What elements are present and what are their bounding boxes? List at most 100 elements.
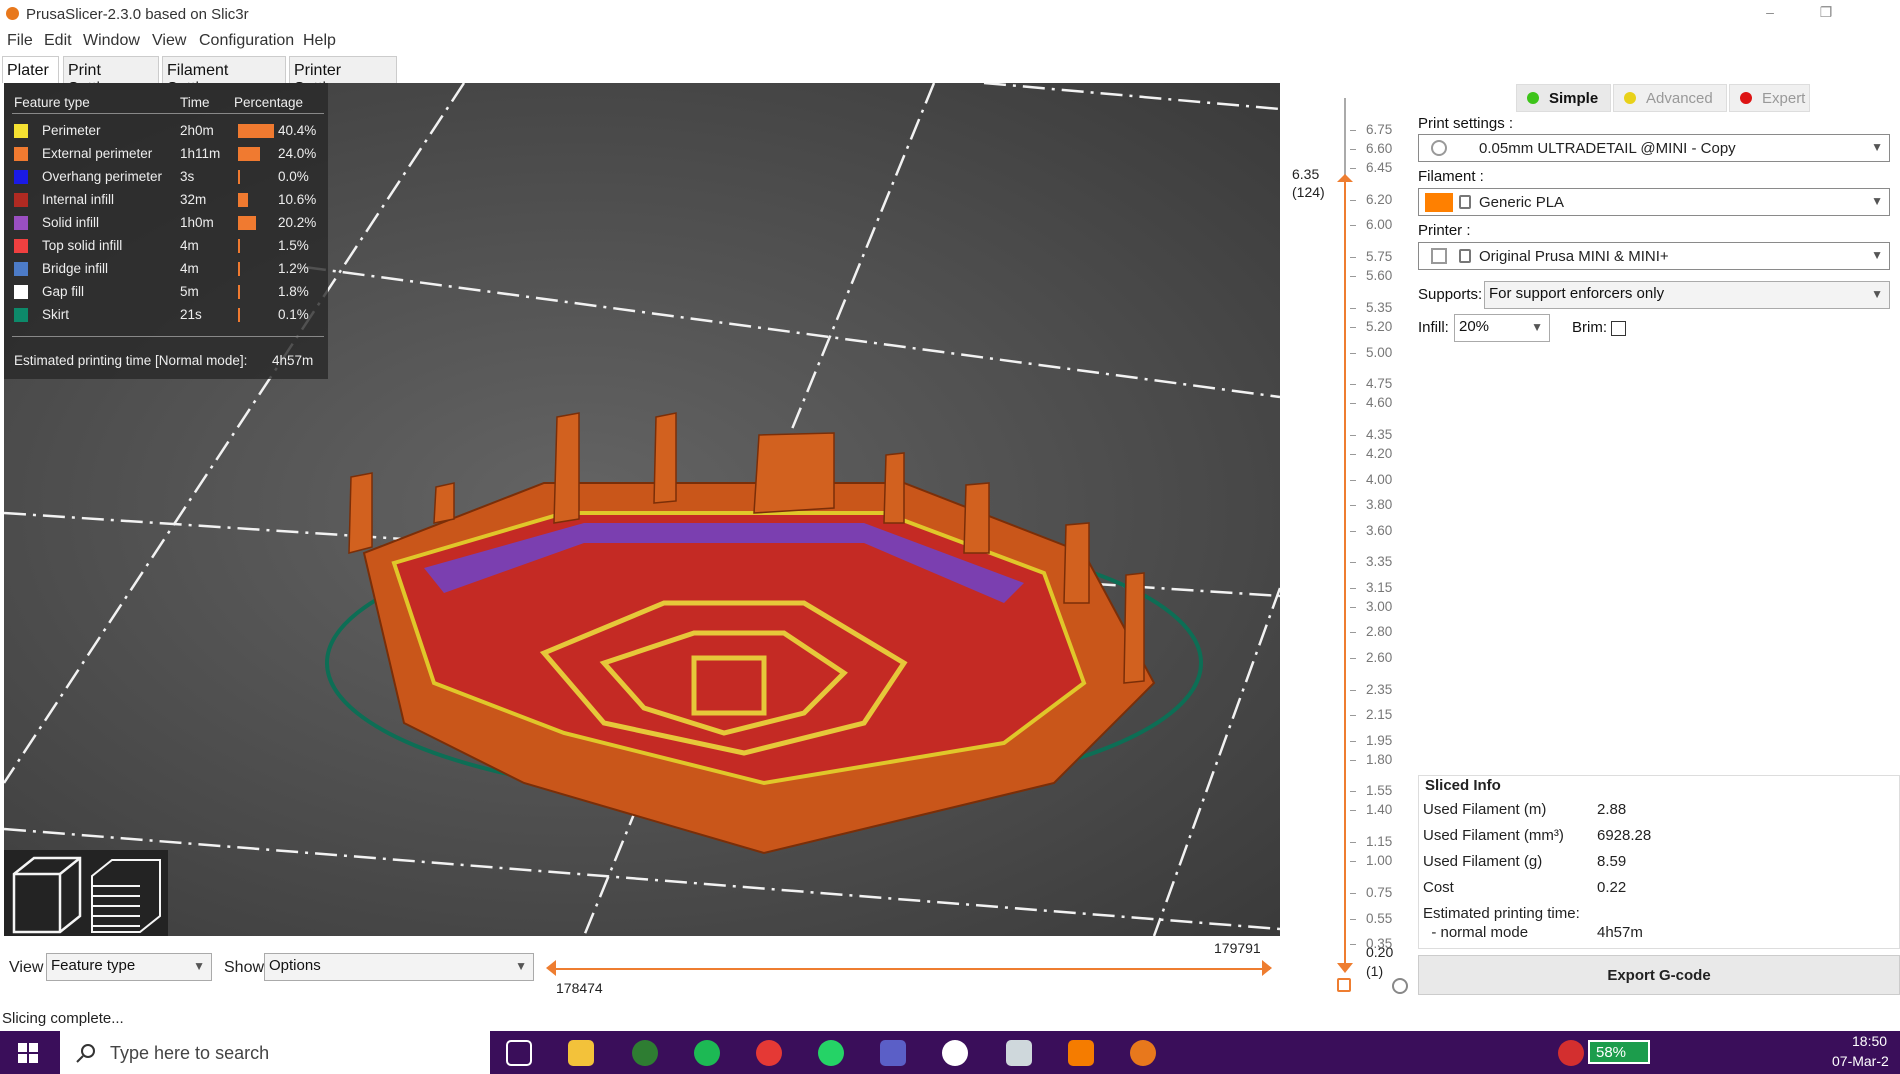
- fusion-icon[interactable]: [1068, 1040, 1094, 1066]
- horizontal-slider-left-handle[interactable]: [546, 960, 556, 976]
- print-settings-combo[interactable]: 0.05mm ULTRADETAIL @MINI - Copy ▼: [1418, 134, 1890, 162]
- view-3d-cube-icon[interactable]: [12, 856, 82, 934]
- export-gcode-button[interactable]: Export G-code: [1418, 955, 1900, 995]
- show-label: Show: [224, 959, 265, 976]
- legend-feature-percentage: 20.2%: [278, 215, 317, 230]
- teams-icon[interactable]: [880, 1040, 906, 1066]
- chevron-down-icon: ▼: [1871, 140, 1883, 154]
- layer-tick-label: 0.35: [1366, 936, 1393, 951]
- bottom-layer-number: (1): [1366, 963, 1384, 979]
- legend-feature-name: Internal infill: [42, 192, 115, 207]
- layer-tick-mark: [1350, 130, 1356, 131]
- whatsapp-icon[interactable]: [818, 1040, 844, 1066]
- sliced-info-label: Estimated printing time:: [1423, 905, 1580, 922]
- show-options-select[interactable]: Options ▼: [264, 953, 534, 981]
- windows-taskbar: Type here to search 58% 18:50 07-Mar-2: [0, 1031, 1900, 1074]
- layer-tick-label: 4.35: [1366, 427, 1393, 443]
- vertical-slider-bottom-handle[interactable]: [1337, 963, 1353, 973]
- legend-color-swatch: [14, 308, 28, 322]
- layer-tick-mark: [1350, 944, 1356, 945]
- view-toggle-panel: [4, 850, 168, 936]
- printer-label: Printer :: [1418, 222, 1471, 239]
- mode-simple-button[interactable]: Simple: [1516, 84, 1611, 112]
- layer-tick-label: 6.45: [1366, 160, 1393, 176]
- brim-checkbox[interactable]: [1611, 321, 1626, 336]
- layer-tick-mark: [1350, 632, 1356, 634]
- layer-tick-label: 2.80: [1366, 624, 1393, 640]
- app-icon[interactable]: [1006, 1040, 1032, 1066]
- layer-tick-label: 2.35: [1366, 681, 1393, 697]
- clock-date[interactable]: 07-Mar-2: [1832, 1053, 1889, 1069]
- layer-tick-label: 6.00: [1366, 217, 1393, 233]
- filament-value: Generic PLA: [1479, 194, 1565, 211]
- windows-start-icon[interactable]: [18, 1043, 38, 1063]
- tab-printer-settings[interactable]: Printer Settings: [289, 56, 397, 97]
- minimize-button[interactable]: –: [1750, 4, 1790, 26]
- menu-edit[interactable]: Edit: [44, 32, 72, 50]
- layer-tick-mark: [1350, 715, 1356, 717]
- tab-plater[interactable]: Plater: [2, 56, 59, 83]
- horizontal-slider-track[interactable]: [554, 968, 1270, 970]
- battery-indicator[interactable]: 58%: [1588, 1040, 1650, 1064]
- mode-simple-label: Simple: [1549, 90, 1599, 107]
- menu-help[interactable]: Help: [303, 32, 336, 50]
- app-icon[interactable]: [942, 1040, 968, 1066]
- layer-tick-mark: [1350, 791, 1356, 793]
- horizontal-slider-right-handle[interactable]: [1262, 960, 1272, 976]
- restore-button[interactable]: ❐: [1806, 4, 1846, 26]
- legend-header-percentage: Percentage: [234, 95, 304, 110]
- legend-color-swatch: [14, 193, 28, 207]
- layer-tick-mark: [1350, 403, 1356, 405]
- legend-row: Skirt 21s 0.1%: [4, 304, 324, 327]
- tab-print-settings[interactable]: Print Settings: [63, 56, 159, 97]
- printer-icon: [1431, 248, 1447, 264]
- taskbar-search-box[interactable]: Type here to search: [60, 1031, 490, 1074]
- layer-tick-label: 1.55: [1366, 783, 1393, 799]
- sliced-info-label: - normal mode: [1423, 924, 1529, 941]
- infill-value: 20%: [1459, 318, 1490, 335]
- infill-select[interactable]: 20% ▼: [1454, 314, 1550, 342]
- layer-tick-label: 3.60: [1366, 522, 1393, 538]
- clock-time[interactable]: 18:50: [1852, 1033, 1887, 1049]
- layer-tick-mark: [1350, 384, 1356, 386]
- lock-icon[interactable]: [1337, 978, 1351, 992]
- menu-window[interactable]: Window: [83, 32, 140, 50]
- legend-color-swatch: [14, 147, 28, 161]
- layer-tick-label: 6.60: [1366, 141, 1393, 157]
- legend-color-swatch: [14, 239, 28, 253]
- sliced-info-label: Cost: [1423, 879, 1454, 896]
- layer-tick-mark: [1350, 199, 1356, 201]
- layer-tick-mark: [1350, 276, 1356, 278]
- filament-combo[interactable]: Generic PLA ▼: [1418, 188, 1890, 216]
- layer-tick-label: 2.15: [1366, 707, 1393, 723]
- spotify-icon[interactable]: [694, 1040, 720, 1066]
- printer-combo[interactable]: Original Prusa MINI & MINI+ ▼: [1418, 242, 1890, 270]
- task-view-icon[interactable]: [506, 1040, 532, 1066]
- gear-icon[interactable]: [1392, 978, 1408, 994]
- menu-configuration[interactable]: Configuration: [199, 32, 294, 50]
- tab-filament-settings[interactable]: Filament Settings: [162, 56, 286, 97]
- gear-icon: [1431, 140, 1447, 156]
- vertical-slider-top-handle[interactable]: [1337, 174, 1353, 182]
- view-type-select[interactable]: Feature type ▼: [46, 953, 212, 981]
- view-label: View: [9, 959, 44, 976]
- tab-bar: Plater Print Settings Filament Settings …: [0, 55, 1900, 97]
- tray-app-icon[interactable]: [1558, 1040, 1584, 1066]
- menu-view[interactable]: View: [152, 32, 186, 50]
- supports-value: For support enforcers only: [1489, 285, 1665, 302]
- app-icon[interactable]: [632, 1040, 658, 1066]
- chrome-icon[interactable]: [756, 1040, 782, 1066]
- mode-advanced-button[interactable]: Advanced: [1613, 84, 1727, 112]
- layer-tick-mark: [1350, 861, 1356, 863]
- layer-tick-label: 3.80: [1366, 497, 1393, 513]
- file-explorer-icon[interactable]: [568, 1040, 594, 1066]
- view-layers-icon[interactable]: [91, 859, 161, 933]
- layer-tick-label: 4.60: [1366, 395, 1393, 411]
- mode-expert-button[interactable]: Expert: [1729, 84, 1810, 112]
- layer-tick-mark: [1350, 530, 1356, 532]
- supports-select[interactable]: For support enforcers only ▼: [1484, 281, 1890, 309]
- legend-row: Bridge infill 4m 1.2%: [4, 258, 324, 281]
- layer-tick-mark: [1350, 149, 1356, 151]
- prusaslicer-icon[interactable]: [1130, 1040, 1156, 1066]
- menu-file[interactable]: File: [7, 32, 33, 50]
